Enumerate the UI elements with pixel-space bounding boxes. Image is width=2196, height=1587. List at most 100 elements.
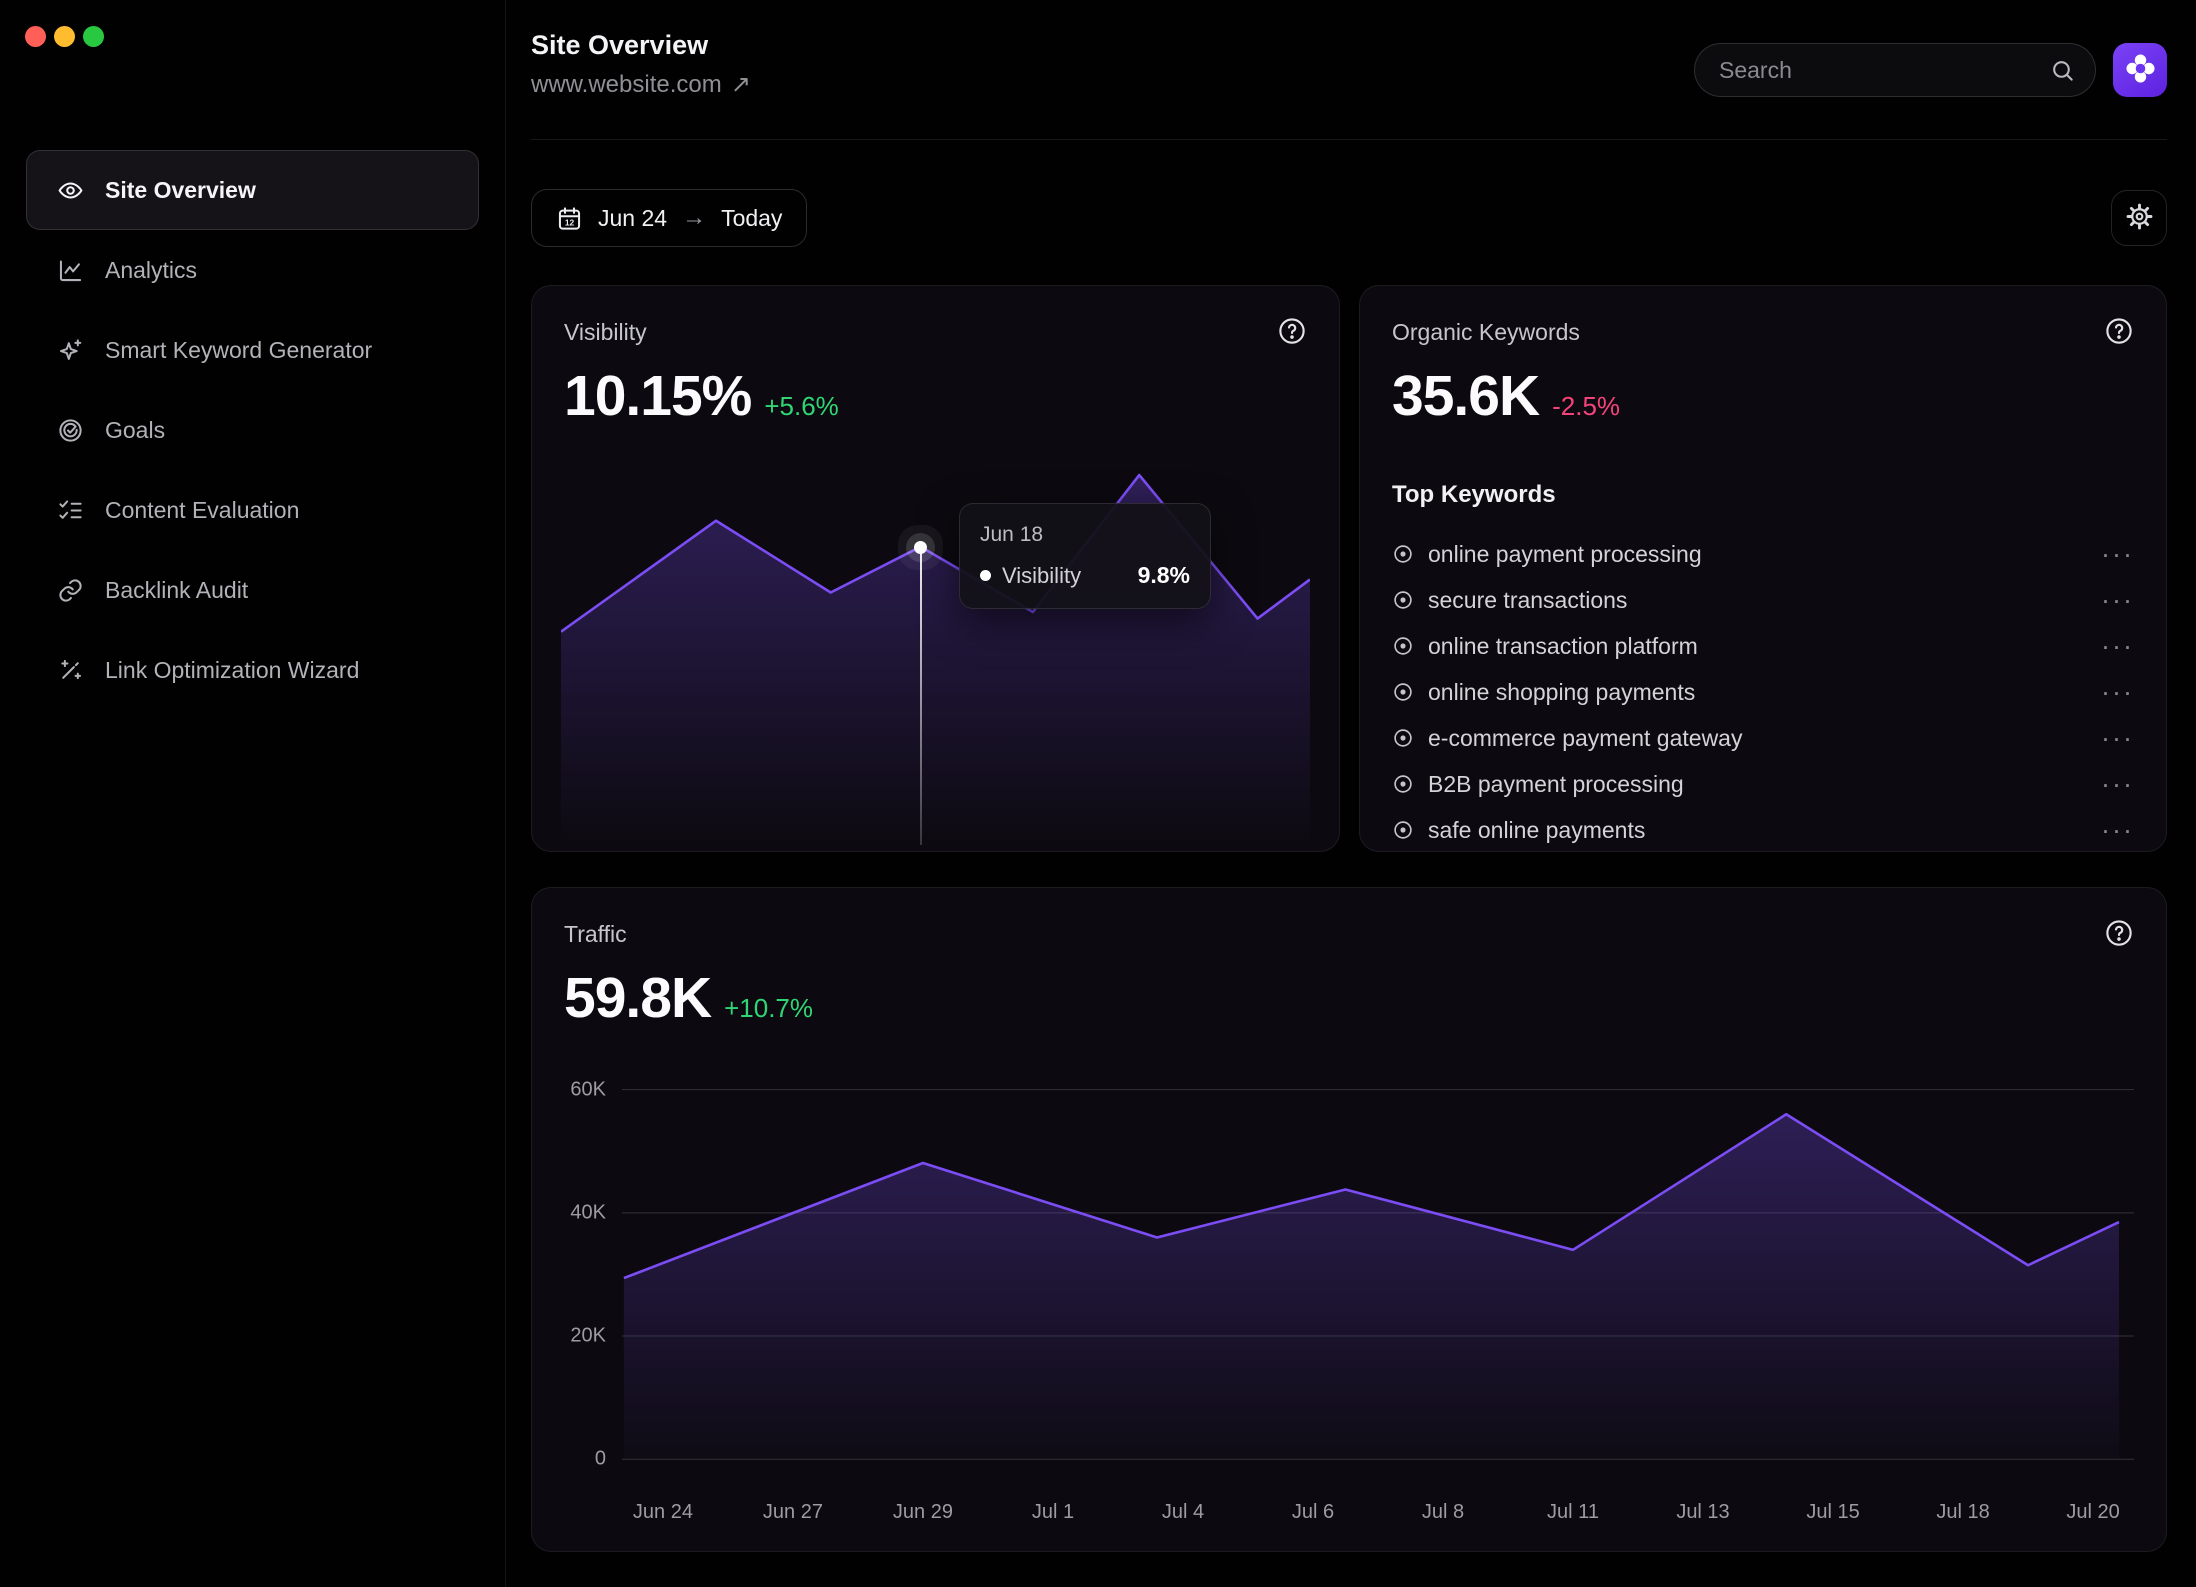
visibility-card: Visibility 10.15% +5.6% — [531, 285, 1340, 852]
x-axis-label: Jul 6 — [1292, 1501, 1334, 1524]
x-axis-label: Jul 15 — [1806, 1501, 1859, 1524]
help-icon — [2104, 918, 2134, 951]
keyword-row: online payment processing··· — [1392, 531, 2134, 577]
link-icon — [57, 577, 84, 604]
sidebar: Site Overview Analytics Smart Keyword Gene… — [0, 0, 506, 1587]
traffic-chart[interactable]: 60K40K20K0 Jun 24Jun 27Jun 29Jul 1Jul 4J… — [564, 1062, 2134, 1529]
visibility-value: 10.15% — [564, 363, 751, 429]
chart-hover-line — [920, 548, 922, 845]
app-window: Site Overview Analytics Smart Keyword Gene… — [0, 0, 2196, 1587]
keyword-row: B2B payment processing ··· — [1392, 761, 2134, 807]
date-start: Jun 24 — [598, 205, 667, 232]
keyword-menu-button[interactable]: ··· — [2101, 817, 2134, 844]
keyword-label: online transaction platform — [1428, 633, 1698, 660]
x-axis-label: Jul 1 — [1032, 1501, 1074, 1524]
settings-button[interactable] — [2111, 190, 2167, 246]
traffic-value: 59.8K — [564, 965, 711, 1031]
keyword-menu-button[interactable]: ··· — [2101, 633, 2134, 660]
sidebar-item-label: Goals — [105, 417, 165, 444]
x-axis-label: Jul 13 — [1676, 1501, 1729, 1524]
keywords-list: online payment processing···secure trans… — [1392, 531, 2134, 852]
close-button[interactable] — [25, 26, 46, 47]
circle-dot-icon — [1392, 773, 1414, 795]
keyword-menu-button[interactable]: ··· — [2101, 725, 2134, 752]
tooltip-series-dot — [980, 570, 991, 581]
minimize-button[interactable] — [54, 26, 75, 47]
x-axis-label: Jul 11 — [1547, 1501, 1599, 1524]
y-axis-label: 20K — [570, 1325, 606, 1348]
visibility-delta: +5.6% — [764, 391, 838, 422]
traffic-help-button[interactable] — [2104, 918, 2134, 951]
keyword-row: secure transactions ··· — [1392, 577, 2134, 623]
calendar-icon: 12 — [556, 205, 583, 232]
cards-row: Visibility 10.15% +5.6% — [531, 285, 2167, 852]
circle-dot-icon — [1392, 589, 1414, 611]
header-actions — [1694, 43, 2167, 97]
traffic-card-title: Traffic — [564, 921, 627, 948]
organic-keywords-delta: -2.5% — [1552, 391, 1620, 422]
sidebar-item-analytics[interactable]: Analytics — [26, 230, 479, 310]
logo-button[interactable] — [2113, 43, 2167, 97]
page-header: Site Overview www.website.com ↗ — [531, 0, 2167, 140]
date-range-button[interactable]: 12 Jun 24 → Today — [531, 189, 807, 247]
sidebar-item-label: Analytics — [105, 257, 197, 284]
organic-keywords-value: 35.6K — [1392, 363, 1539, 429]
keyword-label: secure transactions — [1428, 587, 1627, 614]
keyword-row: online transaction platform ··· — [1392, 623, 2134, 669]
keyword-menu-button[interactable]: ··· — [2101, 771, 2134, 798]
y-axis-label: 0 — [595, 1448, 606, 1471]
organic-keywords-help-button[interactable] — [2104, 316, 2134, 349]
x-axis-labels: Jun 24Jun 27Jun 29Jul 1Jul 4Jul 6Jul 8Ju… — [622, 1477, 2134, 1529]
sidebar-item-label: Backlink Audit — [105, 577, 248, 604]
keyword-label: B2B payment processing — [1428, 771, 1684, 798]
tooltip-date: Jun 18 — [980, 523, 1190, 547]
chart-tooltip: Jun 18 Visibility 9.8% — [959, 503, 1211, 609]
keyword-row: e-commerce payment gateway··· — [1392, 715, 2134, 761]
y-axis-label: 40K — [570, 1201, 606, 1224]
help-icon — [2104, 316, 2134, 349]
sparkles-icon — [57, 337, 84, 364]
tooltip-series-label: Visibility — [1002, 563, 1081, 589]
gear-icon — [2125, 202, 2154, 234]
circle-dot-icon — [1392, 819, 1414, 841]
sidebar-item-goals[interactable]: Goals — [26, 390, 479, 470]
sidebar-item-label: Link Optimization Wizard — [105, 657, 359, 684]
visibility-help-button[interactable] — [1277, 316, 1307, 349]
visibility-card-title: Visibility — [564, 319, 647, 346]
zoom-button[interactable] — [83, 26, 104, 47]
search-input[interactable] — [1719, 57, 2050, 84]
goal-icon — [57, 417, 84, 444]
sidebar-item-backlink-audit[interactable]: Backlink Audit — [26, 550, 479, 630]
sidebar-item-content-evaluation[interactable]: Content Evaluation — [26, 470, 479, 550]
external-link-icon: ↗ — [731, 70, 751, 99]
date-end: Today — [721, 205, 782, 232]
top-keywords-heading: Top Keywords — [1392, 481, 2134, 509]
circle-dot-icon — [1392, 635, 1414, 657]
site-url-link[interactable]: www.website.com ↗ — [531, 70, 751, 99]
sidebar-item-smart-keyword-generator[interactable]: Smart Keyword Generator — [26, 310, 479, 390]
keyword-row: safe online payments··· — [1392, 807, 2134, 852]
circle-dot-icon — [1392, 543, 1414, 565]
eye-icon — [57, 177, 84, 204]
chart-hover-dot — [914, 541, 927, 554]
keyword-menu-button[interactable]: ··· — [2101, 587, 2134, 614]
sidebar-item-link-optimization-wizard[interactable]: Link Optimization Wizard — [26, 630, 479, 710]
chart-line-icon — [57, 257, 84, 284]
wand-sparkles-icon — [57, 657, 84, 684]
keyword-menu-button[interactable]: ··· — [2101, 679, 2134, 706]
y-axis-labels: 60K40K20K0 — [564, 1062, 622, 1477]
date-arrow-icon: → — [682, 204, 706, 232]
toolbar: 12 Jun 24 → Today — [531, 189, 2167, 247]
x-axis-label: Jun 27 — [763, 1501, 823, 1524]
circle-dot-icon — [1392, 681, 1414, 703]
svg-text:12: 12 — [565, 217, 575, 227]
sidebar-item-label: Smart Keyword Generator — [105, 337, 372, 364]
traffic-delta: +10.7% — [724, 993, 813, 1024]
x-axis-label: Jun 29 — [893, 1501, 953, 1524]
x-axis-label: Jun 24 — [633, 1501, 693, 1524]
sidebar-item-site-overview[interactable]: Site Overview — [26, 150, 479, 230]
keyword-menu-button[interactable]: ··· — [2101, 541, 2134, 568]
main-content: Site Overview www.website.com ↗ — [507, 0, 2196, 1587]
keyword-row: online shopping payments··· — [1392, 669, 2134, 715]
list-checks-icon — [57, 497, 84, 524]
